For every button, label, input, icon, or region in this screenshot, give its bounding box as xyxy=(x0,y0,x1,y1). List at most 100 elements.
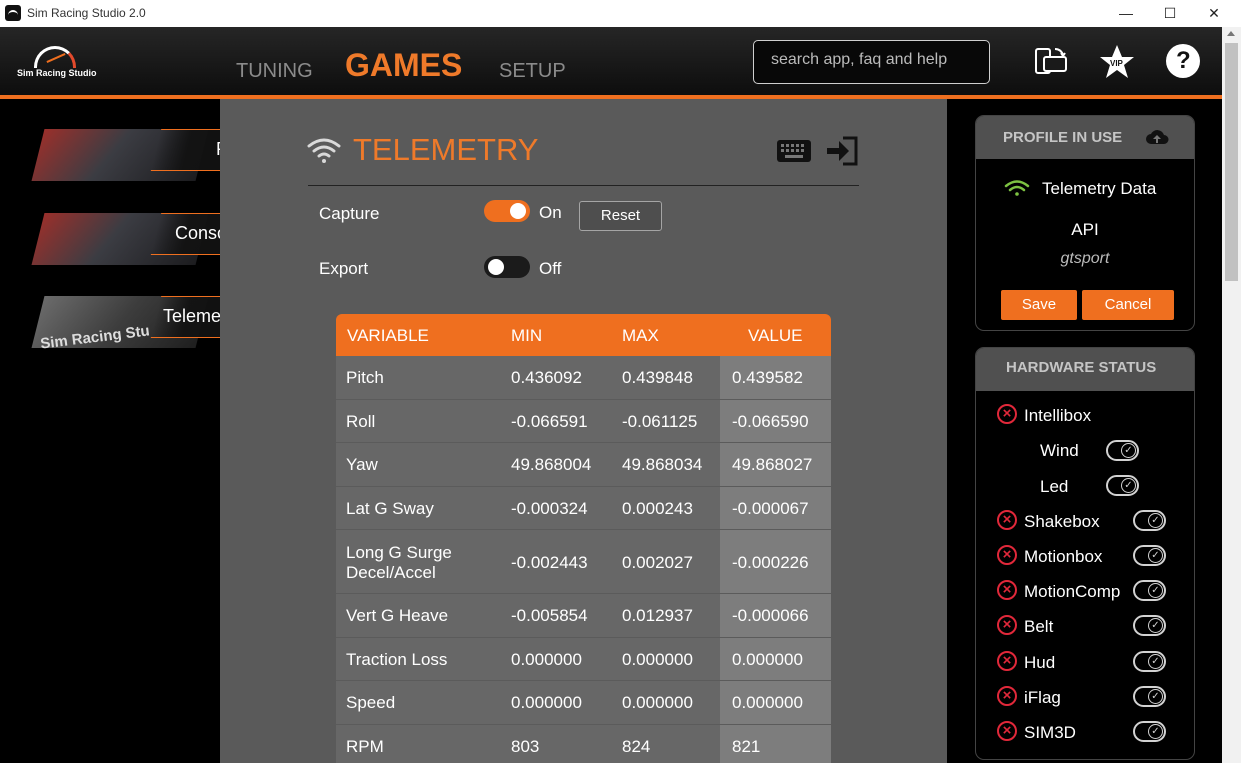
vip-label: VIP xyxy=(1110,59,1123,68)
title-divider xyxy=(308,185,859,186)
app-icon xyxy=(5,5,21,21)
hud-toggle[interactable]: ✓ xyxy=(1133,651,1166,672)
shakebox-toggle[interactable]: ✓ xyxy=(1133,510,1166,531)
profile-game: gtsport xyxy=(1060,250,1110,267)
cell-min: 0.436092 xyxy=(511,368,582,387)
cell-variable: Lat G Sway xyxy=(346,498,434,518)
belt-toggle[interactable]: ✓ xyxy=(1133,615,1166,636)
cell-min: -0.005854 xyxy=(511,606,588,625)
export-toggle[interactable] xyxy=(484,256,530,278)
cell-variable: RPM xyxy=(346,736,384,756)
table-row: Long G Surge Decel/Accel -0.002443 0.00202… xyxy=(336,530,831,594)
cell-variable: Vert G Heave xyxy=(346,606,449,625)
cell-max: 0.439848 xyxy=(622,368,693,387)
hardware-item-led: Led xyxy=(1040,477,1069,496)
capture-state: On xyxy=(539,203,562,222)
cell-min: 49.868004 xyxy=(511,455,592,474)
error-icon: × xyxy=(997,580,1017,600)
cancel-button[interactable]: Cancel xyxy=(1082,290,1174,320)
save-button[interactable]: Save xyxy=(1001,290,1077,320)
table-row: Roll -0.066591 -0.061125 -0.066590 xyxy=(336,399,831,443)
error-icon: × xyxy=(997,510,1017,530)
nav-games[interactable]: GAMES xyxy=(345,47,462,84)
scrollbar-thumb[interactable] xyxy=(1225,43,1238,281)
cell-max: 0.000000 xyxy=(622,649,693,669)
cell-value: 49.868027 xyxy=(732,455,813,474)
app-logo[interactable]: Sim Racing Studio xyxy=(16,43,97,83)
search-input[interactable]: search app, faq and help xyxy=(753,40,990,84)
sim3d-toggle[interactable]: ✓ xyxy=(1133,721,1166,742)
maximize-button[interactable]: ☐ xyxy=(1147,0,1193,27)
cell-min: -0.002443 xyxy=(511,553,588,572)
vertical-scrollbar[interactable] xyxy=(1222,27,1241,763)
games-sidebar xyxy=(0,99,220,763)
capture-label: Capture xyxy=(319,204,380,223)
error-icon: × xyxy=(997,651,1017,671)
hardware-item-intellibox: Intellibox xyxy=(1024,406,1092,425)
cloud-upload-icon[interactable] xyxy=(1145,128,1169,146)
hardware-item-motionbox: Motionbox xyxy=(1024,547,1103,566)
nav-tuning[interactable]: TUNING xyxy=(236,60,313,83)
nav-setup[interactable]: SETUP xyxy=(499,60,566,83)
cell-min: 803 xyxy=(511,736,540,756)
header-max: MAX xyxy=(622,326,659,345)
table-row: Speed 0.000000 0.000000 0.000000 xyxy=(336,681,831,725)
cell-max: 0.002027 xyxy=(622,553,693,572)
wifi-icon xyxy=(1004,178,1030,198)
hardware-item-sim3d: SIM3D xyxy=(1024,723,1076,742)
hardware-item-hud: Hud xyxy=(1024,653,1056,672)
hardware-item-shakebox: Shakebox xyxy=(1024,512,1100,531)
device-sync-icon[interactable] xyxy=(1033,44,1069,80)
exit-icon[interactable] xyxy=(825,136,859,166)
cell-variable: Traction Loss xyxy=(346,649,448,669)
hardware-item-iflag: iFlag xyxy=(1024,688,1061,707)
hardware-item-wind: Wind xyxy=(1040,441,1079,460)
motioncomp-toggle[interactable]: ✓ xyxy=(1133,580,1166,601)
capture-toggle[interactable] xyxy=(484,200,530,222)
header-variable: VARIABLE xyxy=(347,326,429,345)
cell-min: -0.000324 xyxy=(511,498,588,518)
minimize-button[interactable]: — xyxy=(1103,0,1149,27)
error-icon: × xyxy=(997,721,1017,741)
cell-value: 821 xyxy=(732,736,761,756)
cell-value: 0.000000 xyxy=(732,649,803,669)
cell-value: -0.000066 xyxy=(732,606,809,625)
hardware-item-belt: Belt xyxy=(1024,617,1054,636)
table-row: Yaw 49.868004 49.868034 49.868027 xyxy=(336,443,831,487)
wind-toggle[interactable]: ✓ xyxy=(1106,440,1139,461)
led-toggle[interactable]: ✓ xyxy=(1106,475,1139,496)
wifi-icon xyxy=(306,135,342,165)
keyboard-icon[interactable] xyxy=(776,139,812,163)
error-icon: × xyxy=(997,615,1017,635)
cell-variable: Yaw xyxy=(346,455,378,474)
cell-max: 0.012937 xyxy=(622,606,693,625)
cell-variable: Pitch xyxy=(346,368,384,387)
cell-value: -0.000067 xyxy=(732,498,809,518)
table-header: VARIABLE MIN MAX VALUE xyxy=(336,314,831,356)
profile-api: API xyxy=(1071,220,1099,239)
help-icon[interactable]: ? xyxy=(1166,44,1200,78)
cell-max: 0.000000 xyxy=(622,693,693,712)
table-row: Lat G Sway -0.000324 0.000243 -0.000067 xyxy=(336,486,831,530)
cell-value: -0.000226 xyxy=(732,553,809,572)
hardware-heading: HARDWARE STATUS xyxy=(976,348,1194,391)
scroll-up-icon[interactable] xyxy=(1227,31,1235,36)
page-title: TELEMETRY xyxy=(353,132,539,167)
cell-max: 49.868034 xyxy=(622,455,703,474)
error-icon: × xyxy=(997,404,1017,424)
window-titlebar: Sim Racing Studio 2.0 — ☐ ✕ xyxy=(0,0,1241,27)
vip-star-icon[interactable]: VIP xyxy=(1099,44,1135,80)
cell-max: -0.061125 xyxy=(622,411,698,431)
motionbox-toggle[interactable]: ✓ xyxy=(1133,545,1166,566)
close-button[interactable]: ✕ xyxy=(1191,0,1237,27)
hardware-item-motioncomp: MotionComp xyxy=(1024,582,1121,601)
cell-min: -0.066591 xyxy=(511,411,588,431)
cell-value: 0.000000 xyxy=(732,693,803,712)
help-label: ? xyxy=(1176,47,1191,74)
export-state: Off xyxy=(539,259,562,278)
iflag-toggle[interactable]: ✓ xyxy=(1133,686,1166,707)
reset-button[interactable]: Reset xyxy=(579,201,662,231)
telemetry-table: VARIABLE MIN MAX VALUE Pitch 0.436092 0.43… xyxy=(336,314,831,763)
table-row: Traction Loss 0.000000 0.000000 0.000000 xyxy=(336,637,831,681)
header-min: MIN xyxy=(511,326,543,345)
